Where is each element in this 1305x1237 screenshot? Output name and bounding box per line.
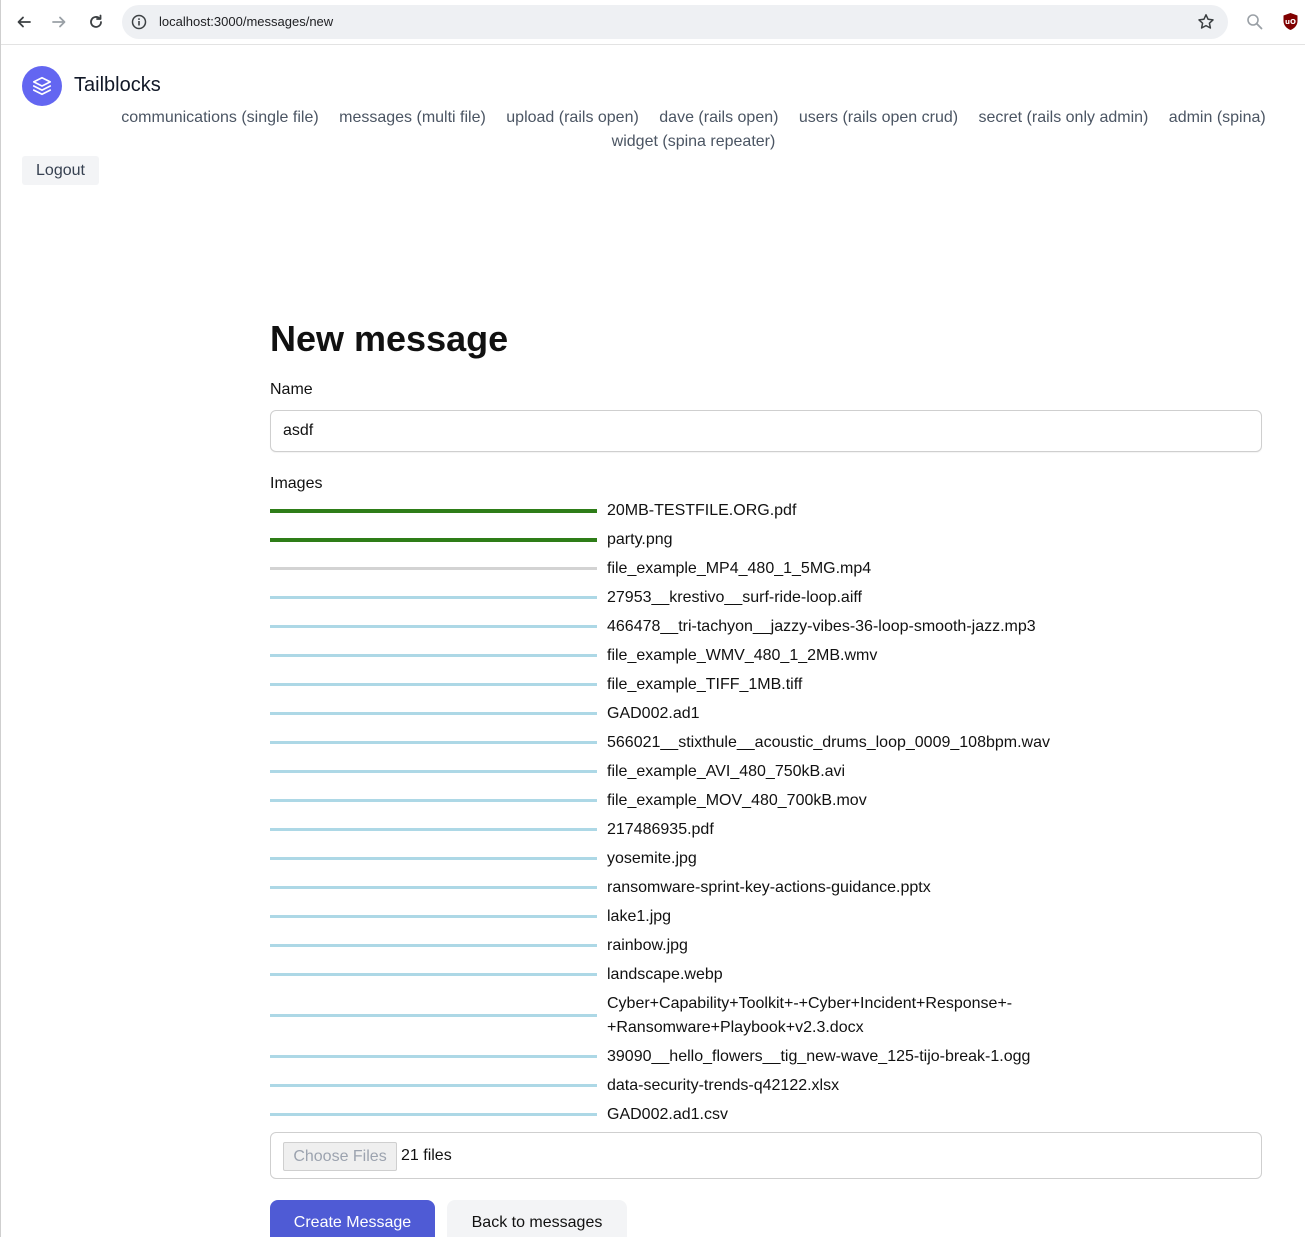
url-text: localhost:3000/messages/new xyxy=(159,14,334,29)
file-name: ransomware-sprint-key-actions-guidance.p… xyxy=(607,878,931,896)
main-navigation: communications (single file) messages (m… xyxy=(81,106,1305,154)
file-upload-row: 39090__hello_flowers__tig_new-wave_125-t… xyxy=(270,1042,1262,1071)
nav-link-secret[interactable]: secret (rails only admin) xyxy=(979,106,1149,130)
file-name: 27953__krestivo__surf-ride-loop.aiff xyxy=(607,588,862,606)
file-upload-row: 566021__stixthule__acoustic_drums_loop_0… xyxy=(270,728,1262,757)
address-bar[interactable]: localhost:3000/messages/new xyxy=(122,5,1228,39)
upload-progress-bar xyxy=(270,712,597,715)
file-name: data-security-trends-q42122.xlsx xyxy=(607,1076,840,1094)
file-name: file_example_TIFF_1MB.tiff xyxy=(607,675,803,693)
file-upload-row: file_example_TIFF_1MB.tiff xyxy=(270,670,1262,699)
file-upload-row: file_example_MOV_480_700kB.mov xyxy=(270,786,1262,815)
upload-progress-bar xyxy=(270,625,597,628)
upload-progress-bar xyxy=(270,944,597,947)
file-name: file_example_AVI_480_750kB.avi xyxy=(607,762,846,780)
upload-progress-bar xyxy=(270,683,597,686)
name-input[interactable] xyxy=(270,410,1262,452)
file-name: 466478__tri-tachyon__jazzy-vibes-36-loop… xyxy=(607,617,1036,635)
upload-progress-bar xyxy=(270,654,597,657)
upload-progress-bar xyxy=(270,1084,597,1087)
file-name: yosemite.jpg xyxy=(607,849,697,867)
upload-progress-fill xyxy=(270,508,597,513)
upload-progress-bar xyxy=(270,1055,597,1058)
upload-progress-bar xyxy=(270,915,597,918)
nav-link-users[interactable]: users (rails open crud) xyxy=(799,106,958,130)
file-upload-row: file_example_WMV_480_1_2MB.wmv xyxy=(270,641,1262,670)
back-arrow-icon[interactable] xyxy=(13,11,35,33)
upload-file-list: 20MB-TESTFILE.ORG.pdf party.png file_examp… xyxy=(270,496,1262,1129)
ublock-shield-icon[interactable]: uO xyxy=(1282,12,1299,31)
file-upload-row: rainbow.jpg xyxy=(270,931,1262,960)
nav-link-messages[interactable]: messages (multi file) xyxy=(339,106,486,130)
forward-arrow-icon[interactable] xyxy=(48,11,70,33)
file-upload-row: 217486935.pdf xyxy=(270,815,1262,844)
file-name: lake1.jpg xyxy=(607,907,672,925)
file-upload-row: 466478__tri-tachyon__jazzy-vibes-36-loop… xyxy=(270,612,1262,641)
file-name: file_example_MP4_480_1_5MG.mp4 xyxy=(607,559,872,577)
file-picker[interactable]: Choose Files 21 files xyxy=(270,1132,1262,1179)
tailblocks-logo-icon[interactable] xyxy=(22,66,62,106)
file-name: Cyber+Capability+Toolkit+-+Cyber+Inciden… xyxy=(607,994,1013,1036)
upload-progress-bar xyxy=(270,567,597,570)
file-name: rainbow.jpg xyxy=(607,936,688,954)
upload-progress-bar xyxy=(270,596,597,599)
site-info-icon[interactable] xyxy=(131,14,147,30)
file-upload-row: lake1.jpg xyxy=(270,902,1262,931)
file-name: 566021__stixthule__acoustic_drums_loop_0… xyxy=(607,733,1050,751)
file-upload-row: Cyber+Capability+Toolkit+-+Cyber+Inciden… xyxy=(270,989,1262,1042)
upload-progress-bar xyxy=(270,828,597,831)
nav-link-dave[interactable]: dave (rails open) xyxy=(659,106,778,130)
file-upload-row: party.png xyxy=(270,525,1262,554)
upload-progress-bar xyxy=(270,886,597,889)
file-name: GAD002.ad1 xyxy=(607,704,700,722)
upload-progress-bar xyxy=(270,799,597,802)
upload-progress-bar xyxy=(270,770,597,773)
nav-link-admin[interactable]: admin (spina) xyxy=(1169,106,1266,130)
file-name: 39090__hello_flowers__tig_new-wave_125-t… xyxy=(607,1047,1031,1065)
upload-progress-fill xyxy=(270,537,597,542)
images-label: Images xyxy=(270,475,323,492)
file-name: party.png xyxy=(607,530,673,548)
back-to-messages-button[interactable]: Back to messages xyxy=(447,1200,627,1237)
file-name: GAD002.ad1.csv xyxy=(607,1105,728,1123)
bookmark-star-icon[interactable] xyxy=(1197,13,1215,31)
upload-progress-bar xyxy=(270,537,597,542)
nav-link-widget[interactable]: widget (spina repeater) xyxy=(612,130,776,154)
page-title: New message xyxy=(270,318,509,359)
file-upload-row: data-security-trends-q42122.xlsx xyxy=(270,1071,1262,1100)
search-extension-icon[interactable] xyxy=(1246,13,1263,30)
logout-button[interactable]: Logout xyxy=(22,156,99,185)
file-upload-row: 20MB-TESTFILE.ORG.pdf xyxy=(270,496,1262,525)
file-upload-row: 27953__krestivo__surf-ride-loop.aiff xyxy=(270,583,1262,612)
file-count: 21 files xyxy=(401,1147,452,1164)
file-upload-row: file_example_MP4_480_1_5MG.mp4 xyxy=(270,554,1262,583)
file-name: 217486935.pdf xyxy=(607,820,714,838)
upload-progress-bar xyxy=(270,741,597,744)
file-upload-row: landscape.webp xyxy=(270,960,1262,989)
upload-progress-bar xyxy=(270,973,597,976)
file-upload-row: ransomware-sprint-key-actions-guidance.p… xyxy=(270,873,1262,902)
create-message-button[interactable]: Create Message xyxy=(270,1200,435,1237)
file-name: 20MB-TESTFILE.ORG.pdf xyxy=(607,501,797,519)
upload-progress-bar xyxy=(270,1014,597,1017)
choose-files-button[interactable]: Choose Files xyxy=(283,1142,397,1171)
file-upload-row: GAD002.ad1 xyxy=(270,699,1262,728)
upload-progress-bar xyxy=(270,857,597,860)
nav-link-communications[interactable]: communications (single file) xyxy=(121,106,318,130)
svg-text:uO: uO xyxy=(1285,18,1296,26)
brand-name[interactable]: Tailblocks xyxy=(74,74,161,97)
file-name: file_example_WMV_480_1_2MB.wmv xyxy=(607,646,878,664)
browser-toolbar: localhost:3000/messages/new uO xyxy=(1,0,1305,45)
nav-link-upload[interactable]: upload (rails open) xyxy=(506,106,639,130)
upload-progress-bar xyxy=(270,508,597,513)
file-name: file_example_MOV_480_700kB.mov xyxy=(607,791,867,809)
file-upload-row: GAD002.ad1.csv xyxy=(270,1100,1262,1129)
file-upload-row: yosemite.jpg xyxy=(270,844,1262,873)
file-name: landscape.webp xyxy=(607,965,723,983)
file-upload-row: file_example_AVI_480_750kB.avi xyxy=(270,757,1262,786)
name-label: Name xyxy=(270,381,313,398)
reload-icon[interactable] xyxy=(85,11,107,33)
upload-progress-bar xyxy=(270,1113,597,1116)
